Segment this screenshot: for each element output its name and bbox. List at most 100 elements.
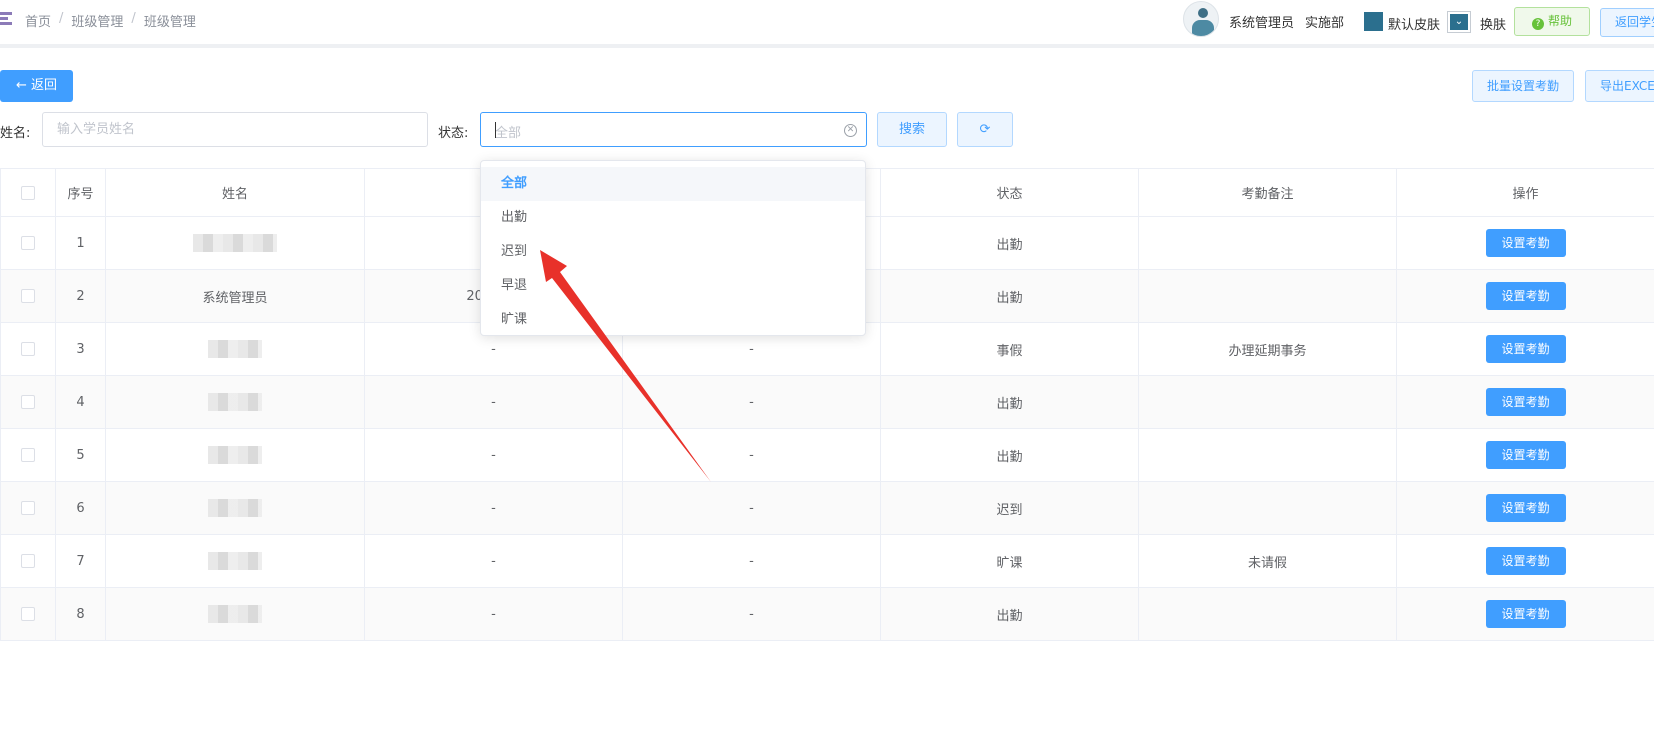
clear-icon[interactable]: ✕ [844,124,857,137]
return-student-button[interactable]: 返回学生 [1600,8,1654,37]
cell-no: 7 [55,534,106,588]
text-cursor [495,122,496,138]
cell-status: 出勤 [880,587,1139,641]
cell-status: 出勤 [880,216,1139,270]
set-attendance-button[interactable]: 设置考勤 [1485,441,1566,469]
help-label: 帮助 [1547,14,1572,28]
select-all-checkbox-cell[interactable] [0,168,56,217]
set-attendance-button[interactable]: 设置考勤 [1485,335,1566,363]
set-attendance-button[interactable]: 设置考勤 [1485,494,1566,522]
set-attendance-button[interactable]: 设置考勤 [1485,388,1566,416]
cell-first: - [364,481,623,535]
chevron-down-icon: ⌄ [1450,14,1468,30]
top-header: 首页 / 班级管理 / 班级管理 系统管理员 实施部 默认皮肤 ⌄ 换肤 ? 帮助… [0,0,1654,48]
name-search-input[interactable] [42,112,428,147]
breadcrumb: 首页 / 班级管理 / 班级管理 [25,11,196,30]
user-name: 系统管理员 [1229,16,1295,31]
row-checkbox[interactable] [21,236,35,250]
status-option-present[interactable]: 出勤 [481,201,865,235]
cell-col4: - [622,428,881,482]
cell-status: 迟到 [880,481,1139,535]
breadcrumb-separator: / [131,11,136,26]
cell-first: - [364,587,623,641]
search-button[interactable]: 搜索 [877,112,947,147]
status-option-leave-early[interactable]: 早退 [481,269,865,303]
skin-color-swatch [1364,12,1383,31]
header-name: 姓名 [105,168,365,217]
cell-status: 出勤 [880,269,1139,323]
status-dropdown-menu: 全部 出勤 迟到 早退 旷课 [480,160,866,336]
status-option-late[interactable]: 迟到 [481,235,865,269]
refresh-button[interactable]: ⟳ [957,112,1013,147]
row-checkbox[interactable] [21,395,35,409]
breadcrumb-current: 班级管理 [143,15,196,30]
row-checkbox[interactable] [21,554,35,568]
cell-col4: - [622,375,881,429]
row-checkbox[interactable] [21,501,35,515]
change-skin-link[interactable]: 换肤 [1480,14,1506,33]
row-checkbox[interactable] [21,342,35,356]
header-status: 状态 [880,168,1139,217]
status-option-absent[interactable]: 旷课 [481,303,865,337]
breadcrumb-home[interactable]: 首页 [25,11,51,30]
cell-name-redacted [105,216,365,270]
name-filter-label: 姓名: [0,126,31,141]
table-row: 6 - - 迟到 设置考勤 [0,481,1654,535]
header-no: 序号 [55,168,106,217]
table-row: 7 - - 旷课 未请假 设置考勤 [0,534,1654,588]
breadcrumb-separator: / [59,11,64,26]
cell-col4: - [622,534,881,588]
row-checkbox[interactable] [21,448,35,462]
cell-no: 6 [55,481,106,535]
skin-select[interactable]: ⌄ [1447,11,1471,33]
cell-no: 4 [55,375,106,429]
cell-no: 1 [55,216,106,270]
help-button[interactable]: ? 帮助 [1514,7,1590,36]
cell-name-redacted [105,375,365,429]
header-action: 操作 [1396,168,1654,217]
select-all-checkbox[interactable] [21,185,35,200]
row-checkbox[interactable] [21,289,35,303]
cell-no: 5 [55,428,106,482]
back-button[interactable]: ← 返回 [0,70,73,102]
cell-status: 出勤 [880,375,1139,429]
row-checkbox[interactable] [21,607,35,621]
cell-name-redacted [105,534,365,588]
avatar[interactable] [1183,1,1219,37]
cell-note: 办理延期事务 [1138,322,1397,376]
cell-action: 设置考勤 [1396,534,1654,588]
status-select[interactable]: 全部 ✕ [480,112,867,147]
cell-note: 未请假 [1138,534,1397,588]
batch-set-attendance-button[interactable]: 批量设置考勤 [1472,70,1574,102]
cell-name: 系统管理员 [105,269,365,323]
table-row: 4 - - 出勤 设置考勤 [0,375,1654,429]
cell-action: 设置考勤 [1396,322,1654,376]
export-excel-button[interactable]: 导出EXCEL [1585,70,1654,102]
cell-note [1138,428,1397,482]
cell-first: - [364,534,623,588]
cell-name-redacted [105,322,365,376]
status-filter-label: 状态: [438,126,469,141]
set-attendance-button[interactable]: 设置考勤 [1485,547,1566,575]
cell-col4: - [622,481,881,535]
cell-name-redacted [105,481,365,535]
set-attendance-button[interactable]: 设置考勤 [1485,600,1566,628]
cell-first: - [364,428,623,482]
cell-note [1138,481,1397,535]
cell-no: 2 [55,269,106,323]
cell-note [1138,587,1397,641]
cell-col4: - [622,587,881,641]
set-attendance-button[interactable]: 设置考勤 [1485,229,1566,257]
cell-action: 设置考勤 [1396,375,1654,429]
refresh-icon: ⟳ [979,122,991,137]
status-option-all[interactable]: 全部 [481,167,865,201]
cell-action: 设置考勤 [1396,481,1654,535]
menu-toggle-icon[interactable] [0,12,12,26]
cell-note [1138,269,1397,323]
header-note: 考勤备注 [1138,168,1397,217]
table-row: 8 - - 出勤 设置考勤 [0,587,1654,641]
cell-name-redacted [105,428,365,482]
set-attendance-button[interactable]: 设置考勤 [1485,282,1566,310]
status-select-placeholder: 全部 [495,126,522,141]
breadcrumb-class-mgmt[interactable]: 班级管理 [71,11,123,30]
